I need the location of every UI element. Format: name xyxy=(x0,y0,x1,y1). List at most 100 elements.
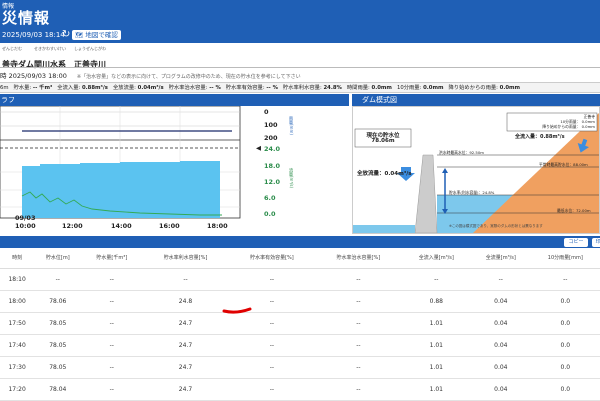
axis-label-flow: 流量(m³/s) xyxy=(289,168,294,189)
table-cell: -- xyxy=(142,268,229,291)
print-button[interactable]: 印 xyxy=(592,238,600,247)
bottom-tick-label: 24.0 xyxy=(264,145,281,153)
table-cell: 78.04 xyxy=(34,378,82,401)
table-header-bar: コピー 印 xyxy=(0,236,600,248)
table-cell: -- xyxy=(81,268,143,291)
graph-panel: 0 100 200 ◀ 24.0 18.0 12.0 6.0 0.0 雨量(mm… xyxy=(0,105,349,234)
bottom-tick-label: 12.0 xyxy=(264,178,281,186)
table-cell: -- xyxy=(81,378,143,401)
divider xyxy=(0,67,600,68)
stat-item: 全流入量: 0.88m³/s xyxy=(57,85,108,91)
downstream-water xyxy=(353,225,415,233)
map-icon: 🗺 xyxy=(75,31,84,39)
table-cell: 17:30 xyxy=(0,356,35,379)
table-cell: 0.88 xyxy=(401,290,472,313)
map-button[interactable]: 🗺 地図で確認 xyxy=(72,30,121,40)
table-cell: 1.01 xyxy=(401,334,472,357)
table-cell: -- xyxy=(81,334,143,357)
column-header: 全流入量[m³/s] xyxy=(401,248,472,269)
stat-item: 貯水率治水容量: -- % xyxy=(168,85,221,91)
table-cell: 0.04 xyxy=(471,378,531,401)
top-tick-label: 200 xyxy=(264,134,278,142)
bottom-tick-label: 0.0 xyxy=(264,210,276,218)
bottom-tick-label: 18.0 xyxy=(264,162,281,170)
table-cell: 78.05 xyxy=(34,312,82,335)
table-cell: 78.05 xyxy=(34,334,82,357)
dam-body xyxy=(414,154,438,234)
table-cell: -- xyxy=(315,356,402,379)
dam-panel-title: ダム模式図 xyxy=(362,96,397,104)
observation-time: 時 2025/09/03 18:00 ※「治水容量」などの表示に向けて、プログラ… xyxy=(0,72,301,80)
table-cell: -- xyxy=(34,268,82,291)
x-tick-label: 18:00 xyxy=(207,222,228,230)
refresh-icon[interactable]: ↻ xyxy=(62,29,70,40)
table-cell: -- xyxy=(401,268,472,291)
table-cell: -- xyxy=(530,268,600,291)
stat-item: 貯水率有効容量: -- % xyxy=(225,85,278,91)
table-cell: 0.0 xyxy=(530,378,600,401)
table-cell: 0.0 xyxy=(530,290,600,313)
table-cell: -- xyxy=(228,268,316,291)
stat-item: 10分雨量: 0.0mm xyxy=(396,85,444,91)
table-cell: 78.06 xyxy=(34,290,82,313)
normal-level-label: 平常時最高貯水位：88.00m xyxy=(539,162,588,167)
data-table: 時刻 貯水位[m] 貯水量[千m³] 貯水率利水容量[%] 貯水率有効容量[%] 貯水率治… xyxy=(0,248,600,401)
table-row: 17:50 78.05 -- 24.7 -- -- 1.01 0.04 0.0 xyxy=(0,312,600,335)
bottom-tick-label: 6.0 xyxy=(264,194,276,202)
copy-button[interactable]: コピー xyxy=(564,238,588,247)
table-cell: 24.8 xyxy=(142,290,229,313)
table-cell: 0.0 xyxy=(530,334,600,357)
column-header: 貯水率利水容量[%] xyxy=(142,248,229,269)
table-cell: 1.01 xyxy=(401,312,472,335)
table-cell: 0.04 xyxy=(471,290,531,313)
table-row: 18:00 78.06 -- 24.8 -- -- 0.88 0.04 0.0 xyxy=(0,290,600,313)
table-cell: -- xyxy=(315,312,402,335)
page-title: 災情報 xyxy=(2,9,51,27)
table-cell: -- xyxy=(81,356,143,379)
flood-level-label: 洪水時最高水位：92.50m xyxy=(439,150,484,155)
table-cell: -- xyxy=(228,334,316,357)
table-cell: 0.04 xyxy=(471,356,531,379)
table-cell: -- xyxy=(315,268,402,291)
table-cell: -- xyxy=(315,290,402,313)
marker-icon: ◀ xyxy=(256,144,261,152)
lowest-level-label: 最低水位：72.00m xyxy=(557,208,591,213)
table-cell: -- xyxy=(81,312,143,335)
current-datetime: 2025/09/03 18:14 xyxy=(2,31,65,39)
storage-rate-label: 貯水率(利水容量)：24.8% xyxy=(449,190,495,195)
dam-footnote: ※この図は模式図であり、実際のダムの形状とは異なります xyxy=(449,224,543,228)
toolbar: 2025/09/03 18:14 ↻ 🗺 地図で確認 xyxy=(0,27,600,43)
column-header: 時刻 xyxy=(0,248,35,269)
table-cell: -- xyxy=(471,268,531,291)
column-header: 10分雨量[mm] xyxy=(530,248,600,269)
storage-arrow-head-up xyxy=(442,168,448,173)
date-label: 09/03 xyxy=(15,214,36,222)
stat-item: 時間雨量: 0.0mm xyxy=(346,85,392,91)
stats-bar: 6m 貯水量: -- 千m³ 全流入量: 0.88m³/s 全放流量: 0.04m³… xyxy=(0,82,600,93)
table-cell: -- xyxy=(228,356,316,379)
red-underline-mark xyxy=(222,307,252,314)
app-header: 情報 災情報 xyxy=(0,0,600,30)
table-cell: -- xyxy=(228,312,316,335)
table-cell: 24.7 xyxy=(142,312,229,335)
x-tick-label: 16:00 xyxy=(159,222,180,230)
outflow-label: 全放流量：0.04m³/s xyxy=(357,171,412,177)
table-cell: 1.01 xyxy=(401,356,472,379)
top-tick-label: 0 xyxy=(264,108,269,116)
table-cell: 24.7 xyxy=(142,378,229,401)
table-cell: -- xyxy=(81,290,143,313)
x-tick-label: 12:00 xyxy=(62,222,83,230)
table-cell: 24.7 xyxy=(142,356,229,379)
table-row: 18:10 -- -- -- -- -- -- -- -- xyxy=(0,268,600,291)
top-tick-label: 100 xyxy=(264,121,278,129)
hydrograph-svg xyxy=(0,105,241,219)
x-tick-label: 14:00 xyxy=(111,222,132,230)
table-header-row: 時刻 貯水位[m] 貯水量[千m³] 貯水率利水容量[%] 貯水率有効容量[%] 貯水率治… xyxy=(0,248,600,269)
stat-item: 全放流量: 0.04m³/s xyxy=(112,85,164,91)
dam-names: ぜんじだむ 善寺ダム せきかわすいけい 関川水系 しょうぜんじがわ 正善寺川 xyxy=(0,46,600,69)
table-cell: 17:20 xyxy=(0,378,35,401)
column-header: 貯水率有効容量[%] xyxy=(228,248,316,269)
stat-item: 貯水率利水容量: 24.8% xyxy=(282,85,342,91)
dam-diagram-panel: 現在の貯水位 78.06m 全放流量：0.04m³/s 全流入量：0.88m³/… xyxy=(352,106,600,234)
table-cell: 0.0 xyxy=(530,356,600,379)
